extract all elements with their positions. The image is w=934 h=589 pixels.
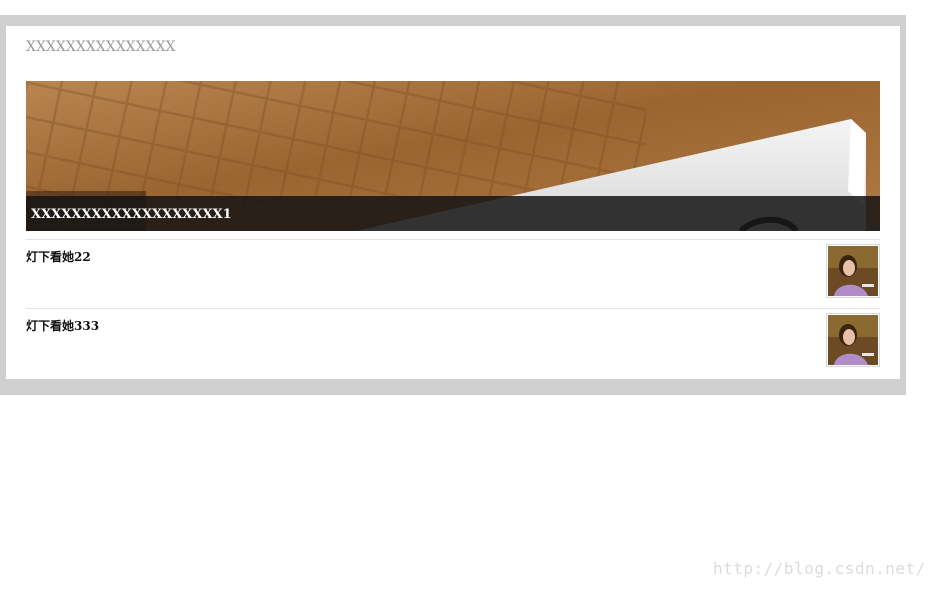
news-item[interactable]: 灯下看她22: [26, 239, 880, 308]
portrait-thumbnail-icon[interactable]: [826, 313, 880, 367]
widget-frame: XXXXXXXXXXXXXXX XXXXXXXXXXXXXXXXXXX1 灯下看…: [0, 15, 906, 395]
news-title[interactable]: 灯下看她333: [26, 317, 99, 334]
card-title: XXXXXXXXXXXXXXX: [26, 39, 176, 55]
news-title[interactable]: 灯下看她22: [26, 248, 91, 265]
portrait-thumbnail-icon[interactable]: [826, 244, 880, 298]
news-item[interactable]: 灯下看她333: [26, 308, 880, 377]
watermark: http://blog.csdn.net/: [713, 559, 926, 578]
hero-slide[interactable]: XXXXXXXXXXXXXXXXXXX1: [26, 81, 880, 231]
news-card: XXXXXXXXXXXXXXX XXXXXXXXXXXXXXXXXXX1 灯下看…: [6, 26, 900, 379]
hero-caption[interactable]: XXXXXXXXXXXXXXXXXXX1: [31, 207, 232, 222]
hero-caption-bar: XXXXXXXXXXXXXXXXXXX1: [26, 196, 880, 231]
